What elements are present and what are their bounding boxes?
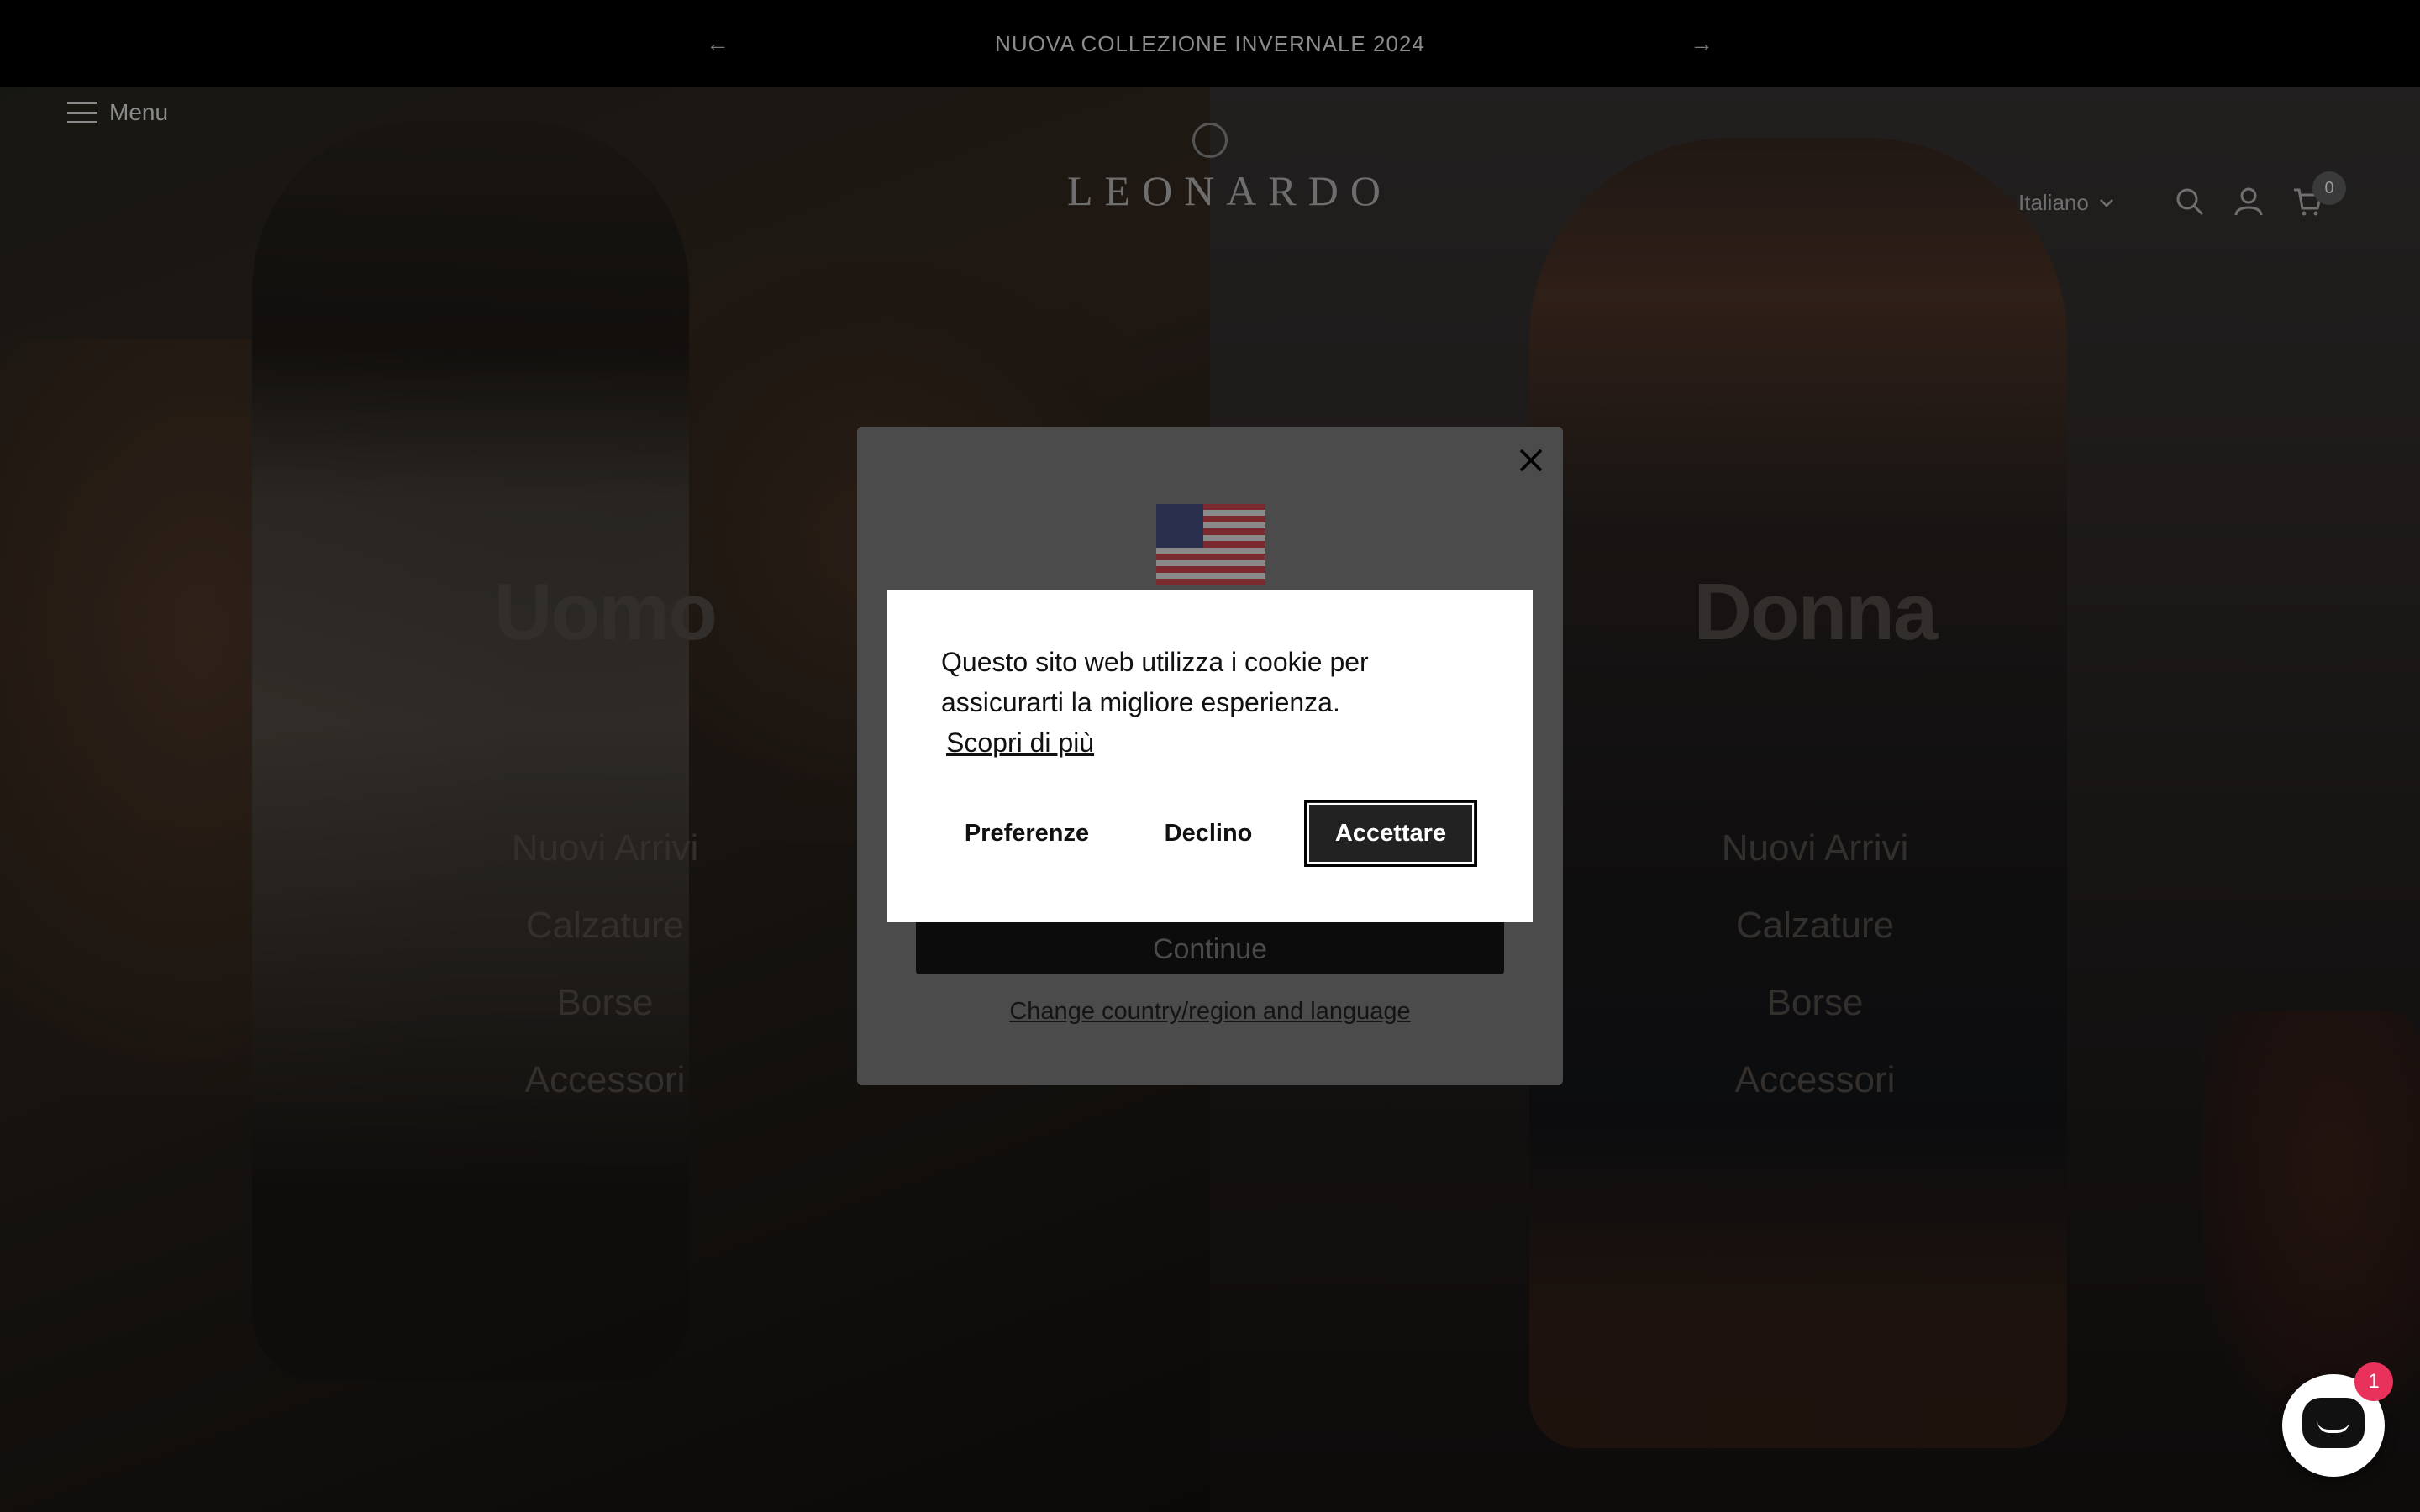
announcement-text: NUOVA COLLEZIONE INVERNALE 2024 (995, 30, 1425, 56)
arrow-left-icon[interactable]: ← (702, 29, 733, 59)
logo-text: LEONARDO (1067, 167, 1392, 214)
logo-mark-icon (1192, 123, 1228, 158)
announcement-bar: ← NUOVA COLLEZIONE INVERNALE 2024 → (0, 0, 2420, 87)
menu-button[interactable]: Menu (67, 99, 168, 126)
model-man-image (252, 121, 689, 1381)
search-icon[interactable] (2175, 186, 2205, 217)
cookie-actions: Preferenze Declino Accettare (941, 800, 1479, 867)
close-icon[interactable] (1514, 444, 1548, 477)
cookie-banner: Questo sito web utilizza i cookie per as… (887, 590, 1533, 922)
us-flag-icon (1156, 504, 1265, 585)
change-country-link[interactable]: Change country/region and language (857, 998, 1563, 1026)
cookie-message: Questo sito web utilizza i cookie per as… (941, 647, 1369, 717)
cart-count-badge: 0 (2312, 171, 2346, 205)
logo[interactable]: LEONARDO (1067, 123, 1392, 215)
model-woman-image (1529, 138, 2067, 1448)
language-label: Italiano (2018, 190, 2089, 215)
decline-button[interactable]: Declino (1113, 800, 1304, 867)
hamburger-icon (67, 102, 97, 123)
menu-label: Menu (109, 99, 169, 125)
preferences-button[interactable]: Preferenze (941, 800, 1113, 867)
arrow-right-icon[interactable]: → (1686, 29, 1717, 59)
language-selector[interactable]: Italiano (2018, 190, 2114, 216)
learn-more-link[interactable]: Scopri di più (946, 727, 1094, 759)
chat-notification-badge: 1 (2354, 1362, 2393, 1401)
chevron-down-icon (2099, 198, 2113, 207)
accept-button[interactable]: Accettare (1304, 800, 1477, 867)
account-icon[interactable] (2233, 186, 2264, 217)
